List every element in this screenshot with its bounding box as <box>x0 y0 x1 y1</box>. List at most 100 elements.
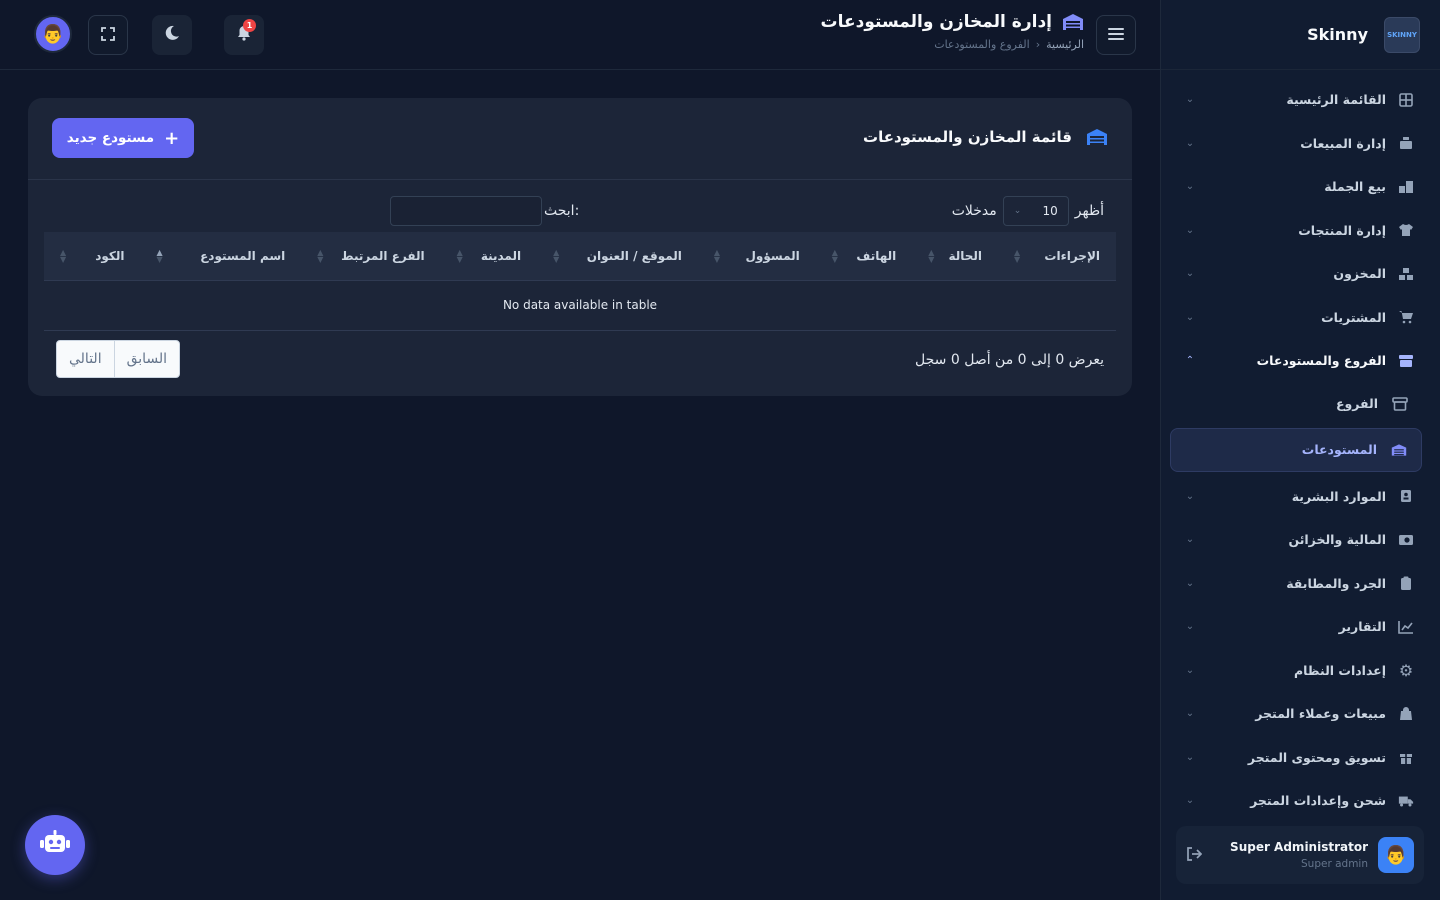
chevron-down-icon: ⌄ <box>1185 795 1195 807</box>
notifications-button[interactable]: 1 <box>224 15 264 55</box>
chevron-down-icon: ⌄ <box>1185 224 1195 236</box>
logout-icon[interactable] <box>1186 846 1203 865</box>
show-label: أظهر <box>1074 203 1104 219</box>
user-name: Super Administrator <box>1230 840 1368 854</box>
avatar[interactable]: 👨 <box>34 15 72 53</box>
brand-name: Skinny <box>1307 25 1368 44</box>
column-label: الإجراءات <box>1044 248 1100 263</box>
sort-icon: ▲ ▼ <box>456 247 463 264</box>
page-length-select[interactable]: 10 ⌄ <box>1002 196 1069 226</box>
cart-icon <box>1398 309 1414 325</box>
sidebar-item-store-shipping[interactable]: شحن وإعدادات المتجر ⌄ <box>1160 779 1440 808</box>
page-length-control: أظهر 10 ⌄ مدخلات <box>952 196 1104 226</box>
search-control: ابحث: <box>390 196 579 226</box>
sidebar-item-stocktake[interactable]: الجرد والمطابقة ⌄ <box>1160 562 1440 606</box>
sidebar-item-label: مبيعات وعملاء المتجر <box>1255 706 1386 722</box>
sidebar-item-inventory[interactable]: المخزون ⌄ <box>1160 252 1440 296</box>
sidebar-item-label: الفروع والمستودعات <box>1256 353 1386 369</box>
sidebar-subitem-warehouses[interactable]: المستودعات <box>1170 427 1422 472</box>
sidebar-item-store-marketing[interactable]: تسويق ومحتوى المتجر ⌄ <box>1160 736 1440 780</box>
breadcrumb-home[interactable]: الرئيسية <box>1046 38 1084 51</box>
sidebar-item-hr[interactable]: الموارد البشرية ⌄ <box>1160 475 1440 519</box>
sidebar-subitem-label: المستودعات <box>1301 442 1377 457</box>
sidebar-subitem-branches[interactable]: الفروع <box>1160 383 1440 425</box>
truck-icon <box>1398 793 1414 808</box>
table-header-cell[interactable]: الإجراءات ▲ ▼ <box>998 232 1116 281</box>
table-header-cell[interactable]: المسؤول ▲ ▼ <box>697 232 816 281</box>
user-role: Super admin <box>1301 858 1368 870</box>
expand-icon <box>101 26 115 45</box>
sort-icon: ▲ ▼ <box>713 247 721 264</box>
table-header-cell[interactable]: الموقع / العنوان ▲ ▼ <box>537 232 698 281</box>
sidebar-item-purchases[interactable]: المشتريات ⌄ <box>1160 296 1440 340</box>
user-card[interactable]: 👨 Super Administrator Super admin <box>1176 826 1424 884</box>
card-title: قائمة المخازن والمستودعات <box>863 128 1072 146</box>
sidebar-item-branches-warehouses[interactable]: الفروع والمستودعات ⌃ <box>1160 339 1440 383</box>
sort-icon: ▲ ▼ <box>60 247 67 264</box>
sidebar-item-sales[interactable]: إدارة المبيعات ⌄ <box>1160 122 1440 166</box>
sidebar-item-label: المشتريات <box>1321 309 1386 325</box>
cubes-icon <box>1398 266 1414 282</box>
new-warehouse-button[interactable]: + مستودع جديد <box>52 118 194 158</box>
table-header-cell[interactable]: اسم المستودع ▲ ▼ <box>140 232 302 281</box>
chevron-down-icon: ⌄ <box>1013 206 1022 216</box>
page-heading: إدارة المخازن والمستودعات الفروع والمستو… <box>821 12 1084 51</box>
sidebar-item-wholesale[interactable]: بيع الجملة ⌄ <box>1160 165 1440 209</box>
sidebar-item-label: المخزون <box>1333 266 1386 282</box>
sidebar-item-label: الموارد البشرية <box>1291 488 1386 504</box>
theme-toggle-button[interactable] <box>152 15 192 55</box>
sidebar-item-label: القائمة الرئيسية <box>1286 92 1386 108</box>
table-header-row: الكود ▲ ▼ اسم المستودع ▲ ▼ الفرع المرتبط ▲ ▼ ا… <box>44 232 1116 281</box>
chevron-down-icon: ⌄ <box>1185 534 1195 546</box>
chevron-down-icon: ⌄ <box>1185 664 1195 676</box>
chart-line-icon <box>1398 619 1414 635</box>
sidebar-item-reports[interactable]: التقارير ⌄ <box>1160 605 1440 649</box>
fullscreen-button[interactable] <box>88 15 128 55</box>
id-badge-icon <box>1398 488 1414 504</box>
column-label: الهاتف <box>856 248 897 263</box>
sidebar-item-dashboard[interactable]: القائمة الرئيسية ⌄ <box>1160 78 1440 122</box>
clipboard-icon <box>1398 575 1414 591</box>
sidebar-item-label: إدارة المبيعات <box>1300 135 1386 151</box>
prev-page-button[interactable]: السابق <box>113 341 179 377</box>
avatar: 👨 <box>1378 837 1414 873</box>
sort-icon: ▲ ▼ <box>1014 247 1021 264</box>
warehouses-card: قائمة المخازن والمستودعات + مستودع جديد … <box>28 98 1132 396</box>
table-header-cell[interactable]: الحالة ▲ ▼ <box>912 232 999 281</box>
sort-icon: ▲ ▼ <box>928 247 935 264</box>
column-label: الموقع / العنوان <box>586 248 682 263</box>
search-input[interactable] <box>390 196 542 226</box>
sidebar-item-label: إدارة المنتجات <box>1298 222 1386 238</box>
table-header-cell[interactable]: الكود ▲ ▼ <box>44 232 141 281</box>
column-label: الكود <box>95 248 125 263</box>
boxes-icon <box>1398 179 1414 195</box>
next-page-button[interactable]: التالي <box>57 341 114 377</box>
table-header-cell[interactable]: الفرع المرتبط ▲ ▼ <box>301 232 441 281</box>
table-info: يعرض 0 إلى 0 من أصل 0 سجل <box>915 352 1104 368</box>
chatbot-button[interactable] <box>25 815 85 875</box>
sidebar-item-store-sales[interactable]: مبيعات وعملاء المتجر ⌄ <box>1160 692 1440 736</box>
brand: Skinny SKINNY <box>1161 0 1440 70</box>
chevron-down-icon: ⌄ <box>1185 94 1195 106</box>
warehouses-table: الكود ▲ ▼ اسم المستودع ▲ ▼ الفرع المرتبط ▲ ▼ ا… <box>44 232 1116 331</box>
brand-logo[interactable]: SKINNY <box>1384 16 1420 53</box>
chevron-down-icon: ⌄ <box>1185 621 1195 633</box>
sidebar-item-products[interactable]: إدارة المنتجات ⌄ <box>1160 209 1440 253</box>
sort-icon: ▲ ▼ <box>553 247 560 264</box>
sort-asc-icon: ▲ ▼ <box>156 247 163 264</box>
entries-label: مدخلات <box>951 203 997 219</box>
logo-text: SKINNY <box>1387 30 1417 39</box>
sidebar-item-finance[interactable]: المالية والخزائن ⌄ <box>1160 518 1440 562</box>
menu-toggle-button[interactable] <box>1096 15 1136 55</box>
chevron-down-icon: ⌄ <box>1185 268 1195 280</box>
chevron-down-icon: ⌄ <box>1185 751 1195 763</box>
store-icon <box>1392 396 1408 412</box>
store-icon <box>1398 353 1414 369</box>
warehouse-icon <box>1391 442 1407 458</box>
table-header-cell[interactable]: المدينة ▲ ▼ <box>440 232 538 281</box>
pagination: التالي السابق <box>56 340 181 378</box>
page-length-value: 10 <box>1042 204 1058 218</box>
sidebar-nav: القائمة الرئيسية ⌄ إدارة المبيعات ⌄ بيع … <box>1160 78 1440 808</box>
table-header-cell[interactable]: الهاتف ▲ ▼ <box>815 232 913 281</box>
sidebar-item-settings[interactable]: ⚙ إعدادات النظام ⌄ <box>1160 649 1440 693</box>
